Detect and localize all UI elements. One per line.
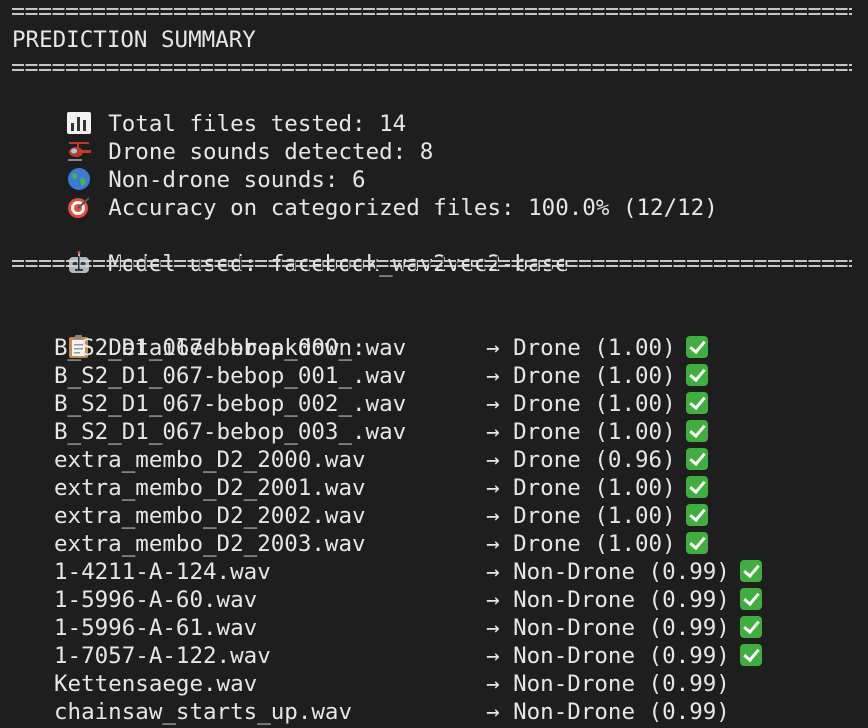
- prediction-text: → Non-Drone (0.99): [486, 559, 730, 585]
- prediction-text: → Non-Drone (0.99): [486, 615, 730, 641]
- total-files-line: Total files tested: 14: [12, 82, 406, 137]
- check-mark-icon: [685, 476, 708, 498]
- check-mark-icon: [685, 364, 708, 386]
- file-name: B_S2_D1_067-bebop_000_.wav: [54, 335, 407, 361]
- check-mark-icon: [685, 448, 708, 470]
- prediction-result: → Drone (1.00): [486, 474, 708, 502]
- file-name: extra_membo_D2_2000.wav: [54, 447, 366, 473]
- file-name: 1-5996-A-60.wav: [54, 587, 258, 613]
- prediction-text: → Drone (1.00): [486, 335, 676, 361]
- file-name: 1-4211-A-124.wav: [54, 559, 271, 585]
- accuracy-text: Accuracy on categorized files: 100.0% (1…: [108, 195, 718, 221]
- file-name: 1-5996-A-61.wav: [54, 615, 258, 641]
- non-drone-line: Non-drone sounds: 6: [12, 138, 366, 193]
- prediction-text: → Drone (1.00): [486, 391, 676, 417]
- prediction-result: → Drone (1.00): [486, 390, 708, 418]
- summary-title: PREDICTION SUMMARY: [12, 27, 256, 53]
- breakdown-heading-line: Detailed breakdown:: [12, 306, 366, 361]
- prediction-result: → Non-Drone (0.99): [486, 670, 730, 698]
- check-mark-icon: [685, 532, 708, 554]
- drone-detected-line: Drone sounds detected: 8: [12, 110, 433, 165]
- prediction-text: → Drone (1.00): [486, 503, 676, 529]
- separator-top: [12, 4, 852, 18]
- prediction-result: → Drone (1.00): [486, 362, 708, 390]
- file-name: B_S2_D1_067-bebop_001_.wav: [54, 363, 407, 389]
- prediction-text: → Drone (1.00): [486, 475, 676, 501]
- prediction-result: → Non-Drone (0.99): [486, 558, 762, 586]
- prediction-text: → Non-Drone (0.99): [486, 699, 730, 725]
- prediction-text: → Drone (1.00): [486, 531, 676, 557]
- file-name: B_S2_D1_067-bebop_002_.wav: [54, 391, 407, 417]
- prediction-text: → Non-Drone (0.99): [486, 643, 730, 669]
- file-name: extra_membo_D2_2002.wav: [54, 503, 366, 529]
- separator-bottom: [12, 256, 852, 270]
- check-mark-icon: [739, 644, 762, 666]
- prediction-text: → Non-Drone (0.99): [486, 671, 730, 697]
- check-mark-icon: [739, 560, 762, 582]
- prediction-result: → Non-Drone (0.99): [486, 698, 730, 726]
- check-mark-icon: [685, 504, 708, 526]
- separator-mid: [12, 60, 852, 74]
- prediction-result: → Non-Drone (0.99): [486, 614, 762, 642]
- check-mark-icon: [685, 420, 708, 442]
- prediction-result: → Drone (1.00): [486, 530, 708, 558]
- prediction-result: → Drone (1.00): [486, 334, 708, 362]
- prediction-result: → Drone (1.00): [486, 502, 708, 530]
- prediction-text: → Drone (1.00): [486, 363, 676, 389]
- model-line: Model used: facebook_wav2vec2-base: [12, 222, 569, 277]
- prediction-result: → Non-Drone (0.99): [486, 642, 762, 670]
- prediction-text: → Drone (0.96): [486, 447, 676, 473]
- check-mark-icon: [685, 336, 708, 358]
- prediction-text: → Non-Drone (0.99): [486, 587, 730, 613]
- prediction-text: → Drone (1.00): [486, 419, 676, 445]
- prediction-result: → Drone (1.00): [486, 418, 708, 446]
- file-name: extra_membo_D2_2003.wav: [54, 531, 366, 557]
- accuracy-line: Accuracy on categorized files: 100.0% (1…: [12, 166, 718, 221]
- file-name: B_S2_D1_067-bebop_003_.wav: [54, 419, 407, 445]
- check-mark-icon: [739, 616, 762, 638]
- file-name: chainsaw_starts_up.wav: [54, 699, 353, 725]
- target-icon: [68, 197, 90, 218]
- prediction-result: → Drone (0.96): [486, 446, 708, 474]
- check-mark-icon: [739, 588, 762, 610]
- file-name: Kettensaege.wav: [54, 671, 258, 697]
- file-name: 1-7057-A-122.wav: [54, 643, 271, 669]
- terminal-output: PREDICTION SUMMARY Total files tested: 1…: [0, 0, 868, 728]
- file-name: extra_membo_D2_2001.wav: [54, 475, 366, 501]
- check-mark-icon: [685, 392, 708, 414]
- prediction-result: → Non-Drone (0.99): [486, 586, 762, 614]
